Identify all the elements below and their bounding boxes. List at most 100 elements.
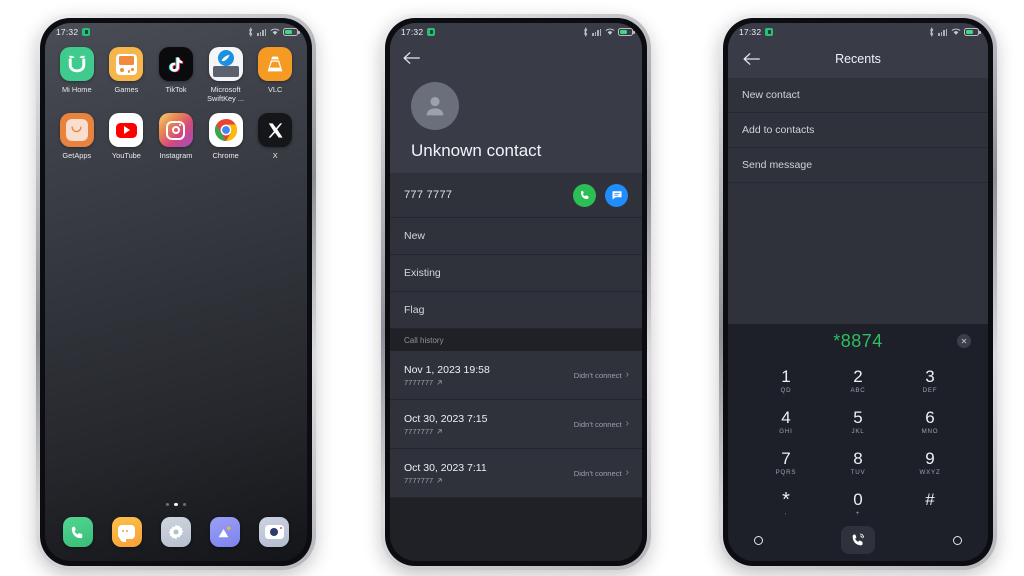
contact-phone-number: 777 7777 xyxy=(404,189,453,201)
youtube-icon xyxy=(109,113,144,147)
settings-icon[interactable] xyxy=(160,517,191,547)
notification-badge-icon xyxy=(82,27,91,36)
key-letters: + xyxy=(855,510,861,517)
app-grid-row-1: Mi Home Games TikTok Microsoft SwiftKey … xyxy=(45,40,307,103)
chevron-right-icon: › xyxy=(625,418,629,429)
app-microsoft-swiftkey[interactable]: Microsoft SwiftKey ... xyxy=(201,47,251,103)
status-bar-left-2: 17:32 xyxy=(401,26,436,37)
status-bar-right-3 xyxy=(928,26,981,37)
option-new-contact[interactable]: New contact xyxy=(728,78,988,113)
key-3[interactable]: 3 DEF xyxy=(894,362,966,400)
dialer-empty-space xyxy=(728,183,988,324)
table-row[interactable]: Oct 30, 2023 7:15 7777777 Didn't connect… xyxy=(390,400,642,449)
phone-icon[interactable] xyxy=(62,517,93,547)
option-add-to-contacts[interactable]: Add to contacts xyxy=(728,113,988,148)
nav-circle-right-icon[interactable] xyxy=(953,535,962,545)
key-2[interactable]: 2 ABC xyxy=(822,362,894,400)
bluetooth-icon xyxy=(248,26,252,37)
gallery-icon[interactable] xyxy=(210,517,241,547)
page-dot-active[interactable] xyxy=(174,502,178,506)
app-label: Games xyxy=(114,85,139,94)
key-digit: 3 xyxy=(925,367,935,386)
menu-item-existing[interactable]: Existing xyxy=(390,255,642,292)
key-digit: 2 xyxy=(853,367,863,386)
key-digit: # xyxy=(925,490,935,509)
option-label: Send message xyxy=(742,159,813,171)
back-arrow-icon[interactable] xyxy=(742,52,761,66)
option-label: Add to contacts xyxy=(742,124,815,136)
nav-circle-left-icon[interactable] xyxy=(754,535,763,545)
call-date: Oct 30, 2023 7:11 xyxy=(404,461,487,474)
table-row[interactable]: Oct 30, 2023 7:11 7777777 Didn't connect… xyxy=(390,449,642,498)
keypad-container: *8874 ✕ 1 QD 2 ABC 3 DEF 4 GHI 5 JKL 6 M… xyxy=(728,324,988,561)
app-tiktok[interactable]: TikTok xyxy=(151,47,201,103)
menu-item-label: Flag xyxy=(404,304,425,316)
app-x[interactable]: X xyxy=(250,113,300,160)
person-avatar-icon xyxy=(411,82,459,130)
tiktok-icon xyxy=(158,47,193,81)
key-7[interactable]: 7 PQRS xyxy=(750,444,822,482)
messages-icon[interactable] xyxy=(111,517,142,547)
key-hash[interactable]: # xyxy=(894,485,966,523)
key-letters: WXYZ xyxy=(919,469,941,476)
key-letters: MNO xyxy=(921,428,939,435)
menu-item-flag[interactable]: Flag xyxy=(390,292,642,329)
key-letters: PQRS xyxy=(775,469,797,476)
key-6[interactable]: 6 MNO xyxy=(894,403,966,441)
app-label: TikTok xyxy=(165,85,187,94)
contact-header: Unknown contact xyxy=(390,40,642,173)
menu-item-new[interactable]: New xyxy=(390,218,642,255)
key-9[interactable]: 9 WXYZ xyxy=(894,444,966,482)
table-row[interactable]: Nov 1, 2023 19:58 7777777 Didn't connect… xyxy=(390,351,642,400)
wifi-icon xyxy=(270,28,279,35)
option-send-message[interactable]: Send message xyxy=(728,148,988,183)
call-subtext: 7777777 xyxy=(404,476,487,485)
key-4[interactable]: 4 GHI xyxy=(750,403,822,441)
call-history-section-label: Call history xyxy=(390,329,642,351)
x-icon xyxy=(258,113,293,147)
key-letters: , xyxy=(784,508,788,516)
dialer-options-list: New contact Add to contacts Send message xyxy=(728,78,988,183)
bluetooth-icon xyxy=(929,26,933,37)
app-getapps[interactable]: GetApps xyxy=(52,113,102,160)
camera-icon[interactable] xyxy=(259,517,290,547)
key-5[interactable]: 5 JKL xyxy=(822,403,894,441)
app-label: Mi Home xyxy=(62,85,92,94)
phone-device-3: 17:32 Recents New contact Add to contact… xyxy=(719,14,997,570)
page-dot[interactable] xyxy=(165,502,170,506)
app-instagram[interactable]: Instagram xyxy=(151,113,201,160)
dial-call-icon[interactable] xyxy=(841,526,875,554)
key-letters: TUV xyxy=(850,469,866,476)
phone-bezel-2: 17:32 Unknown contact 777 7777 New Exist… xyxy=(385,18,647,566)
key-1[interactable]: 1 QD xyxy=(750,362,822,400)
page-dot[interactable] xyxy=(182,502,187,506)
key-digit: 0 xyxy=(853,490,863,509)
app-mi-home[interactable]: Mi Home xyxy=(52,47,102,103)
app-label: Microsoft SwiftKey ... xyxy=(207,85,245,103)
app-youtube[interactable]: YouTube xyxy=(102,113,152,160)
back-arrow-icon[interactable] xyxy=(402,48,428,68)
menu-item-label: Existing xyxy=(404,267,441,279)
key-8[interactable]: 8 TUV xyxy=(822,444,894,482)
getapps-icon xyxy=(59,113,94,147)
app-games[interactable]: Games xyxy=(102,47,152,103)
key-digit: 7 xyxy=(781,449,791,468)
call-subtext: 7777777 xyxy=(404,427,487,436)
key-star[interactable]: * , xyxy=(750,485,822,523)
key-0[interactable]: 0 + xyxy=(822,485,894,523)
page-indicator-dots[interactable] xyxy=(45,502,307,506)
contact-number-row[interactable]: 777 7777 xyxy=(390,173,642,218)
battery-icon xyxy=(618,27,635,36)
phone-device-1: 17:32 Mi Home Games TikTok Microsoft Swi… xyxy=(36,14,316,570)
message-icon[interactable] xyxy=(605,183,628,207)
key-letters: JKL xyxy=(851,428,865,435)
clear-backspace-icon[interactable]: ✕ xyxy=(957,334,971,348)
app-vlc[interactable]: VLC xyxy=(250,47,300,103)
dialer-header: Recents xyxy=(728,40,988,78)
call-history-left: Oct 30, 2023 7:15 7777777 xyxy=(404,413,487,436)
key-digit: 1 xyxy=(781,367,791,386)
battery-icon xyxy=(283,27,300,36)
call-icon[interactable] xyxy=(573,183,596,207)
app-chrome[interactable]: Chrome xyxy=(201,113,251,160)
status-clock: 17:32 xyxy=(401,26,424,37)
